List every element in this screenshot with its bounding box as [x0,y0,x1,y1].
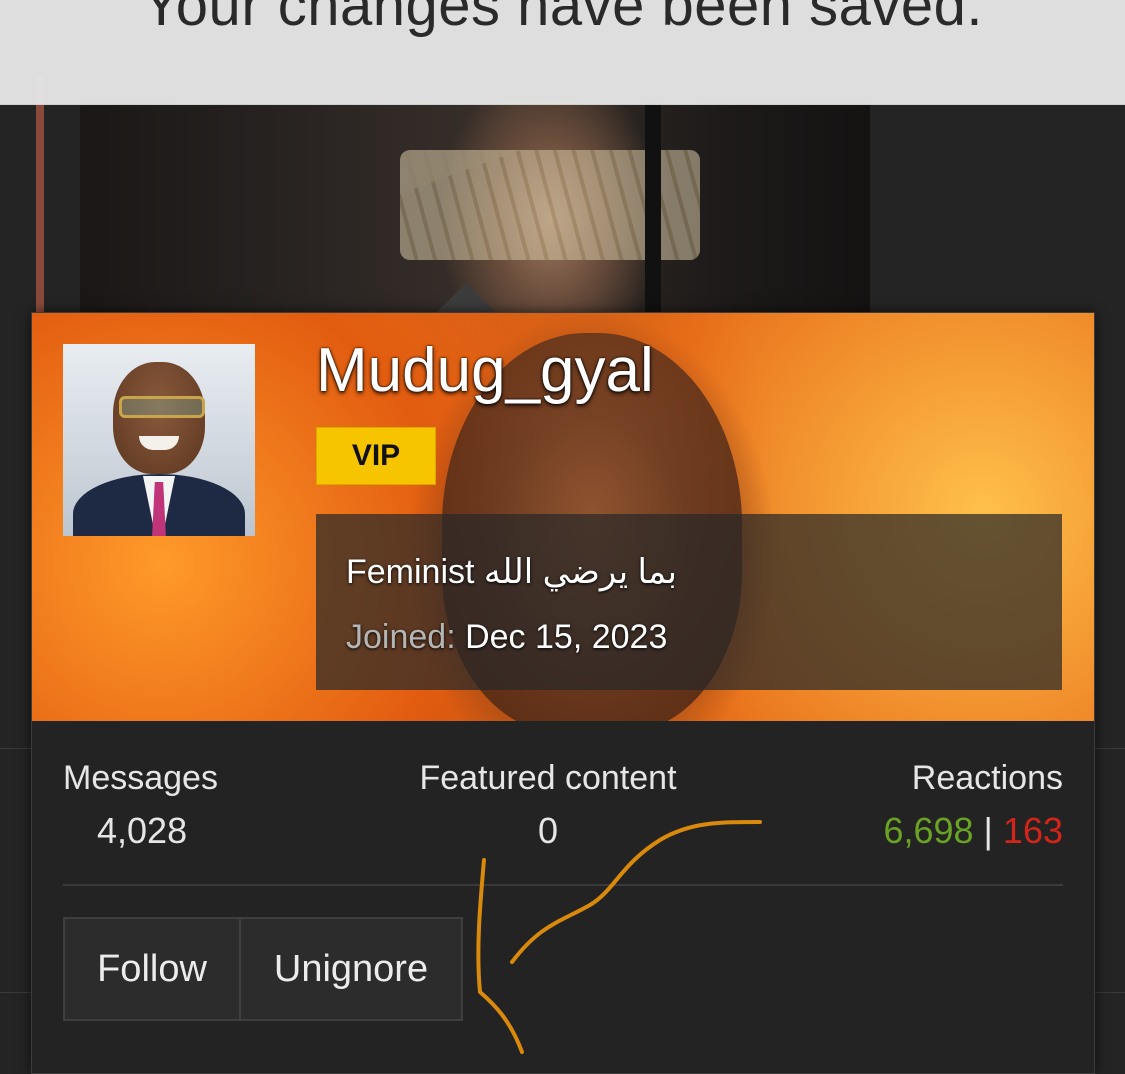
stat-featured-content[interactable]: Featured content 0 [410,759,686,852]
post-image-detail [645,100,661,315]
post-accent-strip [36,75,44,315]
user-title: Feminist بما يرضي الله [346,553,678,591]
reactions-negative: 163 [1002,810,1063,851]
reactions-separator: | [983,810,993,851]
featured-label: Featured content [419,759,677,797]
tooltip-arrow [437,283,495,312]
messages-value[interactable]: 4,028 [63,810,218,852]
joined-date: Dec 15, 2023 [465,618,668,656]
reactions-positive: 6,698 [883,810,974,851]
action-buttons: Follow Unignore [63,917,463,1021]
reactions-value: 6,698 | 163 [883,810,1063,852]
vip-badge: VIP [316,427,436,485]
reactions-label: Reactions [911,759,1063,797]
featured-value[interactable]: 0 [410,810,686,852]
stat-reactions: Reactions 6,698 | 163 [883,759,1063,852]
toast-message: Your changes have been saved. [141,0,984,38]
unignore-button[interactable]: Unignore [241,917,463,1021]
avatar[interactable] [63,344,255,536]
joined-row: Joined: Dec 15, 2023 [346,618,667,657]
member-tooltip-card: Mudug_gyal VIP Feminist بما يرضي الله Jo… [31,312,1095,1074]
saved-toast[interactable]: Your changes have been saved. [0,0,1125,105]
username-link[interactable]: Mudug_gyal [316,335,654,406]
stats-divider [63,884,1063,886]
messages-label: Messages [63,759,218,797]
follow-button[interactable]: Follow [63,917,241,1021]
user-info-box: Feminist بما يرضي الله Joined: Dec 15, 2… [316,514,1062,690]
joined-label: Joined: [346,618,456,656]
stat-messages[interactable]: Messages 4,028 [63,759,218,852]
profile-banner: Mudug_gyal VIP Feminist بما يرضي الله Jo… [32,313,1094,721]
